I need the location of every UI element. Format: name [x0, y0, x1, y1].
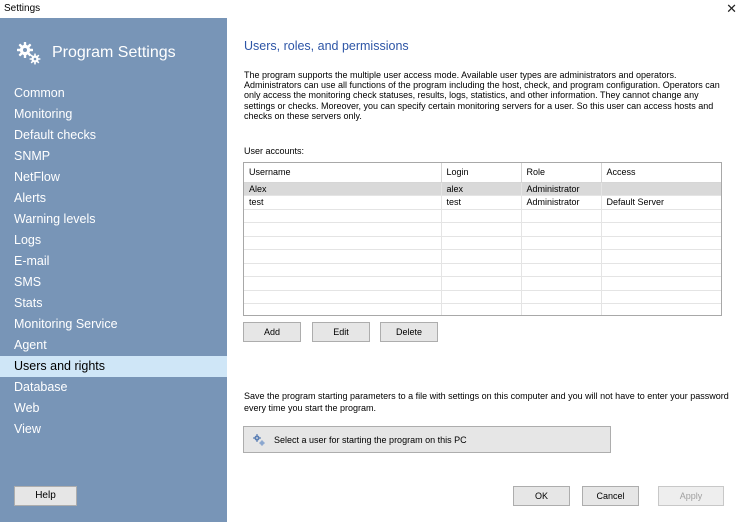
ok-button[interactable]: OK [513, 486, 570, 506]
user-accounts-label: User accounts: [244, 146, 305, 156]
sidebar-item-monitoring-service[interactable]: Monitoring Service [0, 314, 227, 335]
sidebar-item-stats[interactable]: Stats [0, 293, 227, 314]
sidebar-item-web[interactable]: Web [0, 398, 227, 419]
select-startup-user-label: Select a user for starting the program o… [274, 434, 467, 445]
gears-small-icon [253, 433, 265, 446]
column-header-username[interactable]: Username [244, 163, 442, 183]
empty-row [244, 249, 721, 264]
gears-icon [17, 42, 41, 65]
sidebar-item-logs[interactable]: Logs [0, 230, 227, 251]
sidebar-item-sms[interactable]: SMS [0, 272, 227, 293]
empty-row [244, 276, 721, 291]
cell-role: Administrator [521, 195, 602, 210]
cell-username: test [244, 195, 442, 210]
window-title: Settings [4, 3, 41, 14]
user-accounts-table[interactable]: Username Login Role Access Alex alex Adm… [243, 162, 722, 316]
sidebar-item-monitoring[interactable]: Monitoring [0, 104, 227, 125]
delete-button[interactable]: Delete [380, 322, 438, 342]
sidebar-item-alerts[interactable]: Alerts [0, 188, 227, 209]
edit-button[interactable]: Edit [312, 322, 370, 342]
sidebar-item-email[interactable]: E-mail [0, 251, 227, 272]
cell-login: test [441, 195, 522, 210]
sidebar-item-database[interactable]: Database [0, 377, 227, 398]
cell-role: Administrator [521, 182, 602, 196]
table-row[interactable]: test test Administrator Default Server [244, 195, 721, 210]
empty-row [244, 236, 721, 250]
empty-row [244, 209, 721, 223]
sidebar: Program Settings Common Monitoring Defau… [0, 18, 227, 522]
page-title: Users, roles, and permissions [244, 39, 409, 53]
sidebar-item-warning-levels[interactable]: Warning levels [0, 209, 227, 230]
column-header-role[interactable]: Role [521, 163, 602, 183]
column-header-login[interactable]: Login [441, 163, 522, 183]
select-startup-user-button[interactable]: Select a user for starting the program o… [243, 426, 611, 453]
cell-access [601, 182, 721, 196]
description-text: The program supports the multiple user a… [244, 70, 720, 121]
close-icon[interactable]: ✕ [726, 0, 737, 18]
cell-username: Alex [244, 182, 442, 196]
save-params-text: Save the program starting parameters to … [244, 391, 729, 413]
sidebar-item-snmp[interactable]: SNMP [0, 146, 227, 167]
empty-row [244, 222, 721, 237]
table-row[interactable]: Alex alex Administrator [244, 182, 721, 196]
sidebar-item-netflow[interactable]: NetFlow [0, 167, 227, 188]
table-header-row: Username Login Role Access [244, 163, 721, 183]
empty-row [244, 290, 721, 304]
sidebar-item-default-checks[interactable]: Default checks [0, 125, 227, 146]
sidebar-item-agent[interactable]: Agent [0, 335, 227, 356]
sidebar-item-view[interactable]: View [0, 419, 227, 440]
settings-menu: Common Monitoring Default checks SNMP Ne… [0, 83, 227, 440]
cancel-button[interactable]: Cancel [582, 486, 639, 506]
title-bar: Settings ✕ [0, 0, 743, 18]
empty-row [244, 303, 721, 315]
cell-login: alex [441, 182, 522, 196]
main-panel: Users, roles, and permissions The progra… [227, 18, 743, 522]
empty-row [244, 263, 721, 277]
sidebar-item-common[interactable]: Common [0, 83, 227, 104]
column-header-access[interactable]: Access [601, 163, 721, 183]
sidebar-title: Program Settings [52, 44, 176, 61]
help-button[interactable]: Help [14, 486, 77, 506]
apply-button[interactable]: Apply [658, 486, 724, 506]
add-button[interactable]: Add [243, 322, 301, 342]
sidebar-item-users-and-rights[interactable]: Users and rights [0, 356, 227, 377]
cell-access: Default Server [601, 195, 721, 210]
sidebar-header: Program Settings [14, 38, 176, 68]
settings-window: Settings ✕ Program Settings Common Monit… [0, 0, 743, 522]
